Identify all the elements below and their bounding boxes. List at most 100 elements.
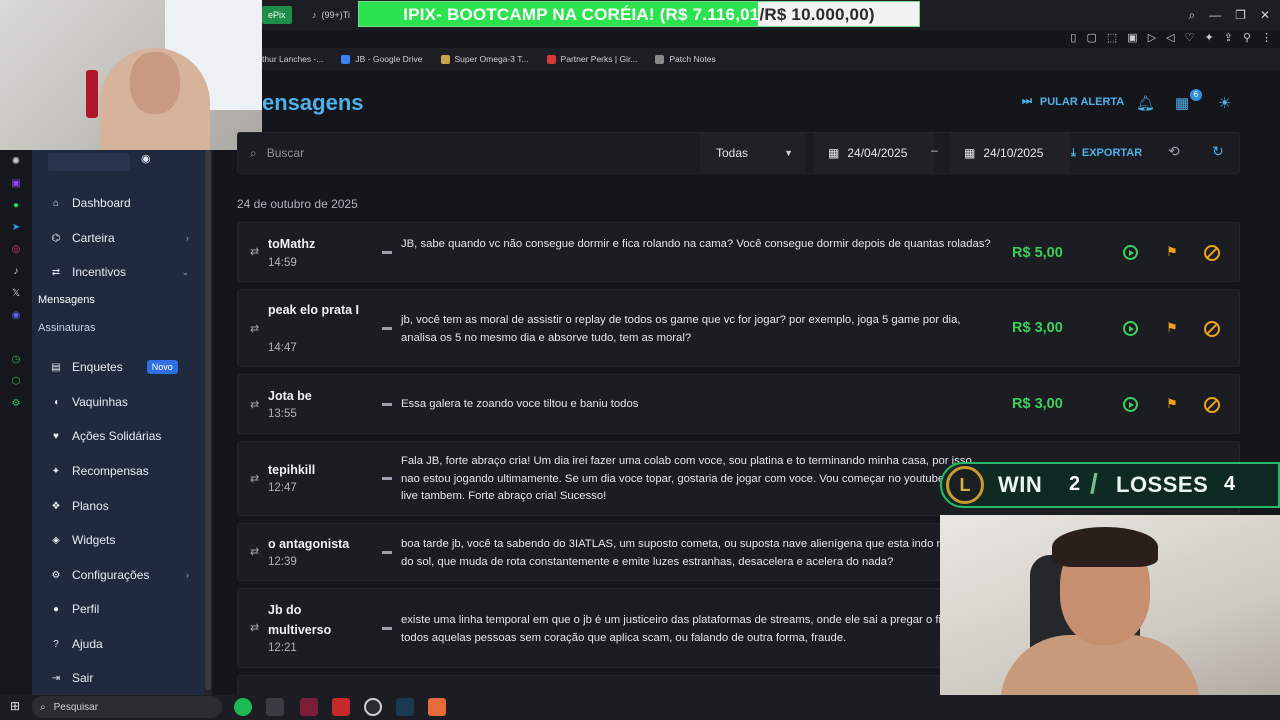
bell-icon[interactable]: 🔔︎ — [1136, 94, 1155, 112]
message-username: Jota be — [268, 389, 312, 403]
league-icon[interactable] — [396, 698, 414, 716]
bookmark-item[interactable]: JB - Google Drive — [341, 54, 423, 64]
discord-icon[interactable]: ◉ — [0, 304, 32, 326]
bookmarks-bar: thur Lanches -... JB - Google Drive Supe… — [262, 48, 1280, 70]
export-button[interactable]: ⤓ EXPORTAR — [1071, 133, 1142, 173]
message-row: ⇄ Jota be 13:55 ▬ Essa galera te zoando … — [237, 374, 1240, 434]
twitch-icon[interactable]: ▣ — [0, 172, 32, 194]
menu-icon[interactable]: ⋮ — [1261, 31, 1272, 44]
chrome-icon[interactable] — [364, 698, 382, 716]
message-bubble-icon: ▬ — [382, 322, 392, 333]
heart-icon[interactable]: ♡ — [1185, 31, 1195, 44]
message-text: boa tarde jb, você ta sabendo do 3IATLAS… — [401, 538, 990, 568]
bookmark-item[interactable]: Patch Notes — [655, 54, 716, 64]
flag-icon[interactable]: ⚑ — [1166, 320, 1178, 336]
chevron-right-icon: › — [186, 570, 189, 580]
message-row: ⇄ peak elo prata I 14:47 ▬ jb, você tem … — [237, 289, 1240, 367]
tiktok-icon[interactable]: ♪ — [0, 260, 32, 282]
message-amount: R$ 3,00 — [1012, 320, 1063, 336]
sidebar-item-vaquinhas[interactable]: ◖ Vaquinhas — [50, 391, 195, 413]
flag-icon[interactable]: ⚑ — [1166, 396, 1178, 412]
settings-icon[interactable]: ⚙ — [0, 392, 32, 414]
screenshot-icon[interactable]: ⬚ — [1107, 31, 1117, 44]
extensions-icon[interactable]: ⬡ — [0, 370, 32, 392]
flag-icon[interactable]: ⚑ — [1166, 244, 1178, 260]
reading-list-icon[interactable]: ▯ — [1070, 31, 1076, 44]
browser-tab[interactable]: ♪ (99+)Ti — [312, 6, 350, 24]
sidebar-item-acoes-solidarias[interactable]: ♥ Ações Solidárias — [50, 425, 195, 447]
close-icon[interactable]: ✕ — [1260, 8, 1270, 23]
minimize-icon[interactable]: — — [1209, 8, 1221, 23]
block-button[interactable] — [1204, 245, 1220, 261]
taskbar-search[interactable]: ⌕ Pesquisar — [32, 696, 222, 718]
search-icon[interactable]: ⌕ — [1188, 8, 1195, 23]
replay-button[interactable] — [1123, 245, 1138, 260]
sidebar-item-incentivos[interactable]: ⇄ Incentivos ⌄ — [50, 261, 195, 283]
divider-icon: / — [1090, 468, 1099, 499]
bookmark-item[interactable]: Partner Perks | Gir... — [546, 54, 637, 64]
x-icon[interactable]: 𝕏 — [0, 282, 32, 304]
bank-icon: ⌬ — [51, 232, 61, 244]
sidebar-item-sair[interactable]: ⇥ Sair — [50, 667, 195, 689]
calendar-icon: ▦ — [828, 146, 840, 160]
piggy-icon: ◖ — [52, 396, 60, 408]
date-from-field[interactable]: ▦ 24/04/2025 — [814, 133, 934, 173]
theme-toggle-icon[interactable]: ☀ — [1218, 94, 1231, 112]
sync-icon[interactable]: ⟲ — [1168, 143, 1180, 160]
instagram-icon[interactable]: ◎ — [0, 238, 32, 260]
block-button[interactable] — [1204, 321, 1220, 337]
eye-icon[interactable]: ◉ — [141, 152, 151, 165]
sidebar-subitem-mensagens[interactable]: Mensagens — [38, 294, 95, 306]
sidebar-item-configuracoes[interactable]: ⚙ Configurações › — [50, 564, 195, 586]
sidebar-subitem-assinaturas[interactable]: Assinaturas — [38, 322, 95, 334]
message-time: 14:47 — [268, 342, 297, 354]
refresh-icon[interactable]: ↻ — [1212, 143, 1224, 160]
replay-button[interactable] — [1123, 321, 1138, 336]
bookmark-item[interactable]: thur Lanches -... — [262, 54, 323, 64]
app-icon[interactable] — [428, 698, 446, 716]
restore-icon[interactable]: ❐ — [1235, 8, 1246, 23]
block-button[interactable] — [1204, 397, 1220, 413]
sidebar-item-widgets[interactable]: ◈ Widgets — [50, 529, 195, 551]
status-select[interactable]: Todas ▼ — [700, 133, 805, 173]
telegram-icon[interactable]: ➤ — [0, 216, 32, 238]
share-icon[interactable]: ⇪ — [1224, 31, 1233, 44]
pin-icon[interactable]: ⚲ — [1243, 31, 1251, 44]
bookmark-item[interactable]: Super Omega-3 T... — [440, 54, 529, 64]
message-username: peak elo prata I — [268, 303, 360, 317]
spotify-icon[interactable] — [234, 698, 252, 716]
sidebar-item-perfil[interactable]: ● Perfil — [50, 598, 195, 620]
date-to-field[interactable]: ▦ 24/10/2025 — [950, 133, 1070, 173]
windows-start-icon[interactable]: ⊞ — [10, 699, 20, 713]
poll-icon: ▤ — [51, 361, 61, 373]
openai-icon[interactable]: ✺ — [0, 150, 32, 172]
skip-alert-button[interactable]: ⏭ PULAR ALERTA — [1022, 95, 1124, 108]
search-input[interactable] — [266, 146, 667, 160]
puzzle-icon[interactable]: ✦ — [1205, 31, 1214, 44]
message-row: ⇄ toMathz 14:59 ▬ JB, sabe quando vc não… — [237, 222, 1240, 282]
app-icon[interactable] — [266, 698, 284, 716]
sidebar-item-recompensas[interactable]: ✦ Recompensas — [50, 460, 195, 482]
sidebar-item-enquetes[interactable]: ▤ Enquetes Novo — [50, 356, 195, 378]
transfer-icon: ⇄ — [250, 323, 260, 335]
sidebar-item-dashboard[interactable]: ⌂ Dashboard — [50, 192, 195, 214]
sidebar-scrollbar-thumb[interactable] — [205, 150, 211, 690]
whatsapp-icon[interactable]: ● — [0, 194, 32, 216]
sidebar-item-carteira[interactable]: ⌬ Carteira › — [50, 227, 195, 249]
replay-button[interactable] — [1123, 397, 1138, 412]
app-icon[interactable] — [300, 698, 318, 716]
bookmark-icon[interactable]: ▢ — [1086, 31, 1096, 44]
patch-notes-icon — [655, 54, 665, 64]
app-icon[interactable] — [332, 698, 350, 716]
sidebar-item-planos[interactable]: ❖ Planos — [50, 495, 195, 517]
transfer-icon: ⇄ — [250, 546, 260, 558]
extension-icon[interactable]: ▣ — [1127, 31, 1137, 44]
play-icon[interactable]: ▷ — [1148, 31, 1156, 44]
pay-icon[interactable]: ◁ — [1166, 31, 1174, 44]
sidebar-item-ajuda[interactable]: ? Ajuda — [50, 633, 195, 655]
donation-goal-text: IPIX- BOOTCAMP NA CORÉIA! (R$ 7.116,01/R… — [403, 5, 875, 24]
browser-tab-active[interactable]: ePix — [262, 6, 292, 24]
game-score-overlay: L WIN 2 / LOSSES 4 — [940, 462, 1280, 508]
history-icon[interactable]: ◷ — [0, 348, 32, 370]
cart-icon[interactable]: ▦ — [1175, 94, 1189, 112]
